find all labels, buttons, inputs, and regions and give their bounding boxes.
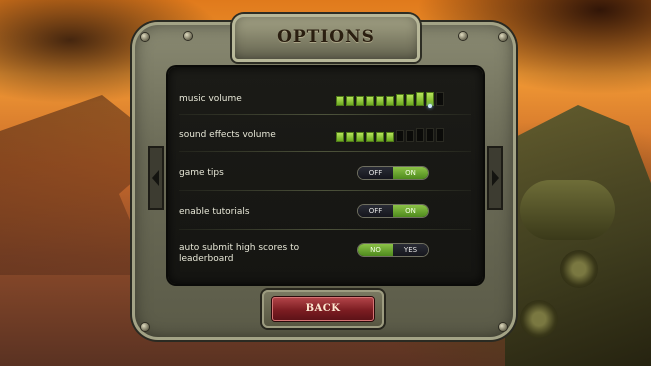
auto-submit-label: auto submit high scores to leaderboard: [179, 243, 300, 264]
volume-segment[interactable]: [386, 96, 394, 106]
volume-segment[interactable]: [426, 128, 434, 142]
volume-segment[interactable]: [386, 132, 394, 142]
sound-effects-volume-slider[interactable]: [336, 128, 444, 142]
volume-segment[interactable]: [406, 130, 414, 142]
background-tank-wheel: [560, 250, 598, 288]
game-tips-toggle[interactable]: OFF ON: [358, 167, 428, 179]
right-arrow-tab-icon: [489, 148, 501, 208]
rivet-icon: [141, 33, 149, 41]
rivet-icon: [499, 33, 507, 41]
volume-segment[interactable]: [366, 132, 374, 142]
enable-tutorials-label: enable tutorials: [179, 207, 250, 217]
auto-submit-no-option[interactable]: NO: [358, 244, 393, 256]
volume-segment[interactable]: [436, 92, 444, 106]
volume-segment[interactable]: [336, 96, 344, 106]
divider: [179, 114, 471, 115]
volume-segment[interactable]: [366, 96, 374, 106]
left-arrow-tab-icon: [150, 148, 162, 208]
divider: [179, 190, 471, 191]
music-volume-label: music volume: [179, 94, 242, 104]
rivet-icon: [141, 323, 149, 331]
background-tank-cylinder: [520, 180, 615, 240]
game-tips-on-option[interactable]: ON: [393, 167, 428, 179]
volume-segment[interactable]: [396, 130, 404, 142]
volume-segment[interactable]: [336, 132, 344, 142]
volume-segment[interactable]: [356, 132, 364, 142]
volume-segment[interactable]: [396, 94, 404, 106]
divider: [179, 229, 471, 230]
volume-segment[interactable]: [376, 132, 384, 142]
rivet-icon: [459, 32, 467, 40]
sound-effects-volume-label: sound effects volume: [179, 130, 276, 140]
volume-segment[interactable]: [376, 96, 384, 106]
divider: [179, 151, 471, 152]
volume-segment[interactable]: [356, 96, 364, 106]
tutorials-off-option[interactable]: OFF: [358, 205, 393, 217]
volume-segment[interactable]: [346, 96, 354, 106]
volume-segment[interactable]: [416, 92, 424, 106]
volume-segment[interactable]: [436, 128, 444, 142]
game-tips-off-option[interactable]: OFF: [358, 167, 393, 179]
game-tips-label: game tips: [179, 168, 224, 178]
page-title: OPTIONS: [277, 27, 375, 47]
auto-submit-yes-option[interactable]: YES: [393, 244, 428, 256]
background-tank-wheel: [520, 300, 558, 338]
volume-segment[interactable]: [406, 94, 414, 106]
enable-tutorials-toggle[interactable]: OFF ON: [358, 205, 428, 217]
rivet-icon: [499, 323, 507, 331]
auto-submit-toggle[interactable]: NO YES: [358, 244, 428, 256]
slider-thumb-icon[interactable]: [428, 104, 432, 108]
rivet-icon: [184, 32, 192, 40]
volume-segment[interactable]: [346, 132, 354, 142]
volume-segment[interactable]: [416, 128, 424, 142]
back-button[interactable]: BACK: [272, 297, 374, 321]
music-volume-slider[interactable]: [336, 92, 444, 108]
tutorials-on-option[interactable]: ON: [393, 205, 428, 217]
